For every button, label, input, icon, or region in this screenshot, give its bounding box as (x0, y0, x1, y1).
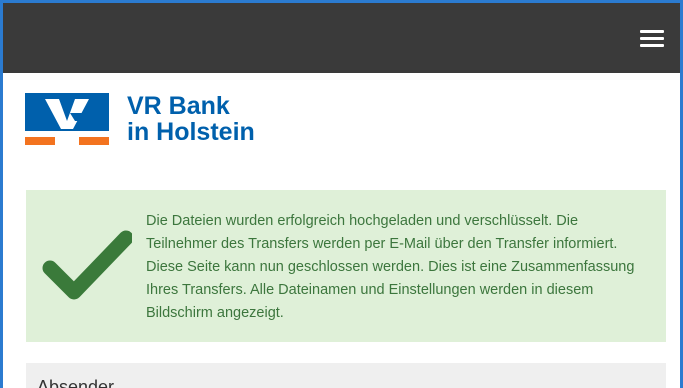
hamburger-line (640, 37, 664, 40)
success-alert: Die Dateien wurden erfolgreich hochgelad… (26, 190, 666, 342)
sender-panel-header: Absender (26, 363, 666, 388)
hamburger-line (640, 30, 664, 33)
hamburger-line (640, 44, 664, 47)
top-navbar (3, 3, 680, 73)
browser-viewport: VR Bank in Holstein Die Dateien wurden e… (0, 0, 683, 388)
bank-name-line2: in Holstein (127, 118, 255, 146)
checkmark-icon (42, 230, 132, 300)
bank-name: VR Bank in Holstein (127, 93, 347, 145)
vr-bank-logo (25, 93, 109, 145)
hamburger-menu-icon[interactable] (640, 30, 664, 48)
bank-name-line1: VR Bank (127, 92, 230, 120)
sender-panel-title: Absender (37, 377, 115, 388)
success-message: Die Dateien wurden erfolgreich hochgelad… (146, 213, 635, 321)
